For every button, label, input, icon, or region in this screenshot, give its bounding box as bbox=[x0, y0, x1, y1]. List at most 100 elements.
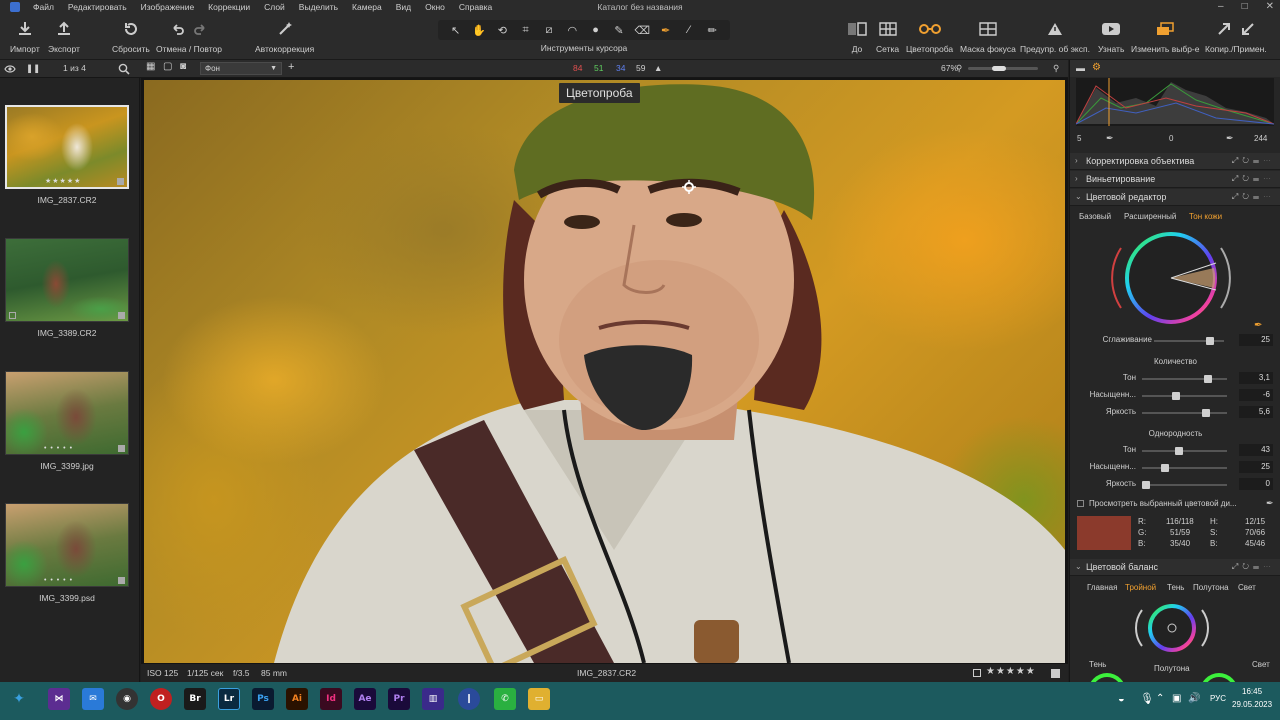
menu-window[interactable]: Окно bbox=[418, 2, 452, 12]
filmstrip-view-icon[interactable]: ◙ bbox=[180, 61, 186, 72]
uniformity-brightness-slider[interactable]: Яркость 0 bbox=[1070, 478, 1280, 492]
import-button[interactable]: Импорт bbox=[10, 18, 40, 54]
file-explorer-icon[interactable]: ▭ bbox=[528, 688, 550, 710]
annotate-tool-icon[interactable]: ✏ bbox=[705, 23, 719, 37]
amount-hue-handle[interactable] bbox=[1204, 375, 1212, 383]
after-effects-icon[interactable]: Ae bbox=[354, 688, 376, 710]
grid-button[interactable]: Сетка bbox=[876, 18, 899, 54]
section-tools-icon[interactable]: ⤢↻☰⋯ bbox=[1232, 192, 1275, 202]
language-indicator[interactable]: РУС bbox=[1210, 694, 1226, 703]
media-app-icon[interactable]: ▥ bbox=[422, 688, 444, 710]
menu-adjustments[interactable]: Коррекции bbox=[201, 2, 257, 12]
thumbnail-stars[interactable]: • • • • • bbox=[44, 577, 73, 584]
export-button[interactable]: Экспорт bbox=[48, 18, 80, 54]
rotate-tool-icon[interactable]: ⟲ bbox=[495, 23, 509, 37]
add-layer-icon[interactable]: + bbox=[288, 61, 294, 73]
reset-button[interactable]: Сбросить bbox=[112, 18, 150, 54]
amount-hue-slider[interactable]: Тон 3,1 bbox=[1070, 372, 1280, 386]
illustrator-icon[interactable]: Ai bbox=[286, 688, 308, 710]
tab-master[interactable]: Главная bbox=[1087, 583, 1117, 592]
menu-image[interactable]: Изображение bbox=[134, 2, 202, 12]
amount-brightness-value[interactable]: 5,6 bbox=[1239, 406, 1273, 418]
eyedropper-white-icon[interactable]: ✒ bbox=[1226, 133, 1234, 144]
section-tools-icon[interactable]: ⤢↻☰⋯ bbox=[1232, 174, 1275, 184]
levels-high[interactable]: 244 bbox=[1254, 134, 1267, 143]
menu-camera[interactable]: Камера bbox=[345, 2, 389, 12]
copy-apply-button[interactable]: Копир./Примен. bbox=[1205, 18, 1267, 54]
thumbnail-1[interactable]: ★★★★★ IMG_2837.CR2 bbox=[5, 105, 129, 205]
visual-studio-icon[interactable]: ⋈ bbox=[48, 688, 70, 710]
microphone-icon[interactable]: 🎙 bbox=[1140, 692, 1154, 705]
uniformity-brightness-value[interactable]: 0 bbox=[1239, 478, 1273, 490]
zoom-slider[interactable] bbox=[968, 66, 1038, 71]
photoshop-icon[interactable]: Ps bbox=[252, 688, 274, 710]
tab-skin-tone[interactable]: Тон кожи bbox=[1189, 212, 1222, 221]
uniformity-hue-value[interactable]: 43 bbox=[1239, 444, 1273, 456]
section-tools-icon[interactable]: ⤢↻☰⋯ bbox=[1232, 156, 1275, 166]
amount-brightness-slider[interactable]: Яркость 5,6 bbox=[1070, 406, 1280, 420]
levels-mid[interactable]: 0 bbox=[1169, 134, 1173, 143]
thumbnail-stars[interactable]: ★★★★★ bbox=[45, 177, 81, 185]
zoom-out-icon[interactable]: ⚲ bbox=[956, 63, 962, 74]
tab-three-way[interactable]: Тройной bbox=[1125, 583, 1156, 592]
color-wheel[interactable] bbox=[1106, 228, 1236, 332]
uniformity-saturation-value[interactable]: 25 bbox=[1239, 461, 1273, 473]
menu-layer[interactable]: Слой bbox=[257, 2, 292, 12]
reject-checkbox[interactable] bbox=[973, 669, 981, 677]
folder-tab-icon[interactable]: ▬ bbox=[1076, 63, 1085, 73]
zoom-slider-handle[interactable] bbox=[992, 66, 1006, 71]
main-photo[interactable] bbox=[144, 80, 1065, 663]
thumbnail-stars[interactable]: • • • • • bbox=[44, 445, 73, 452]
rating-stars[interactable]: ★★★★★ bbox=[986, 666, 1036, 677]
thumbnail-2[interactable]: IMG_3389.CR2 bbox=[5, 238, 129, 338]
vignetting-header[interactable]: › Виньетирование ⤢↻☰⋯ bbox=[1070, 171, 1280, 188]
search-icon[interactable] bbox=[118, 63, 130, 75]
grid-view-icon[interactable]: ▦ bbox=[146, 61, 155, 72]
pointer-tool-icon[interactable]: ↖ bbox=[449, 23, 463, 37]
amount-saturation-slider[interactable]: Насыщенн... -6 bbox=[1070, 389, 1280, 403]
color-tag-icon[interactable] bbox=[1051, 669, 1060, 678]
amount-brightness-handle[interactable] bbox=[1202, 409, 1210, 417]
close-icon[interactable]: ✕ bbox=[1266, 1, 1274, 12]
crop-tool-icon[interactable]: ⌗ bbox=[519, 23, 533, 37]
image-viewer[interactable]: Цветопроба bbox=[141, 78, 1068, 664]
view-selected-checkbox[interactable] bbox=[1077, 500, 1084, 507]
lightroom-icon[interactable]: Lr bbox=[218, 688, 240, 710]
section-tools-icon[interactable]: ⤢↻☰⋯ bbox=[1232, 562, 1275, 572]
spot-tool-icon[interactable]: ● bbox=[589, 23, 603, 37]
volume-icon[interactable]: 🔊 bbox=[1188, 693, 1200, 704]
tab-basic[interactable]: Базовый bbox=[1079, 212, 1111, 221]
capture-app-icon[interactable]: ◉ bbox=[116, 688, 138, 710]
single-view-icon[interactable]: ▢ bbox=[163, 61, 172, 72]
edit-selected-button[interactable]: Изменить выбр-е bbox=[1131, 18, 1199, 54]
indesign-icon[interactable]: Id bbox=[320, 688, 342, 710]
eyedropper-black-icon[interactable]: ✒ bbox=[1106, 133, 1114, 144]
eye-icon[interactable] bbox=[4, 64, 16, 74]
tray-app-icon[interactable]: ◒ bbox=[1118, 693, 1125, 705]
uniformity-hue-handle[interactable] bbox=[1175, 447, 1183, 455]
zoom-in-icon[interactable]: ⚲ bbox=[1053, 63, 1059, 74]
color-balance-header[interactable]: ⌄ Цветовой баланс ⤢↻☰⋯ bbox=[1070, 559, 1280, 576]
thumbnail-4[interactable]: • • • • • IMG_3399.psd bbox=[5, 503, 129, 603]
clock-time[interactable]: 16:45 bbox=[1242, 687, 1262, 696]
premiere-icon[interactable]: Pr bbox=[388, 688, 410, 710]
autocorrect-button[interactable]: Автокоррекция bbox=[255, 18, 314, 54]
layer-select[interactable]: Фон ▼ bbox=[200, 62, 282, 75]
menu-view[interactable]: Вид bbox=[389, 2, 418, 12]
undo-redo-button[interactable]: Отмена / Повтор bbox=[156, 18, 222, 54]
smoothing-value[interactable]: 25 bbox=[1239, 334, 1273, 346]
amount-hue-value[interactable]: 3,1 bbox=[1239, 372, 1273, 384]
straighten-tool-icon[interactable]: ◠ bbox=[565, 23, 579, 37]
levels-low[interactable]: 5 bbox=[1077, 134, 1081, 143]
skin-picker-icon[interactable]: ✒ bbox=[1254, 320, 1262, 331]
smoothing-handle[interactable] bbox=[1206, 337, 1214, 345]
lens-correction-header[interactable]: › Корректировка объектива ⤢↻☰⋯ bbox=[1070, 153, 1280, 170]
uniformity-saturation-slider[interactable]: Насыщенн... 25 bbox=[1070, 461, 1280, 475]
smoothing-slider[interactable]: Сглаживание 25 bbox=[1070, 334, 1280, 348]
focus-mask-button[interactable]: Маска фокуса bbox=[960, 18, 1016, 54]
thumbnail-checkbox[interactable] bbox=[9, 312, 16, 319]
uniformity-brightness-handle[interactable] bbox=[1142, 481, 1150, 489]
eraser-tool-icon[interactable]: ⌫ bbox=[635, 23, 651, 37]
uniformity-hue-slider[interactable]: Тон 43 bbox=[1070, 444, 1280, 458]
network-icon[interactable]: ▣ bbox=[1172, 693, 1181, 704]
